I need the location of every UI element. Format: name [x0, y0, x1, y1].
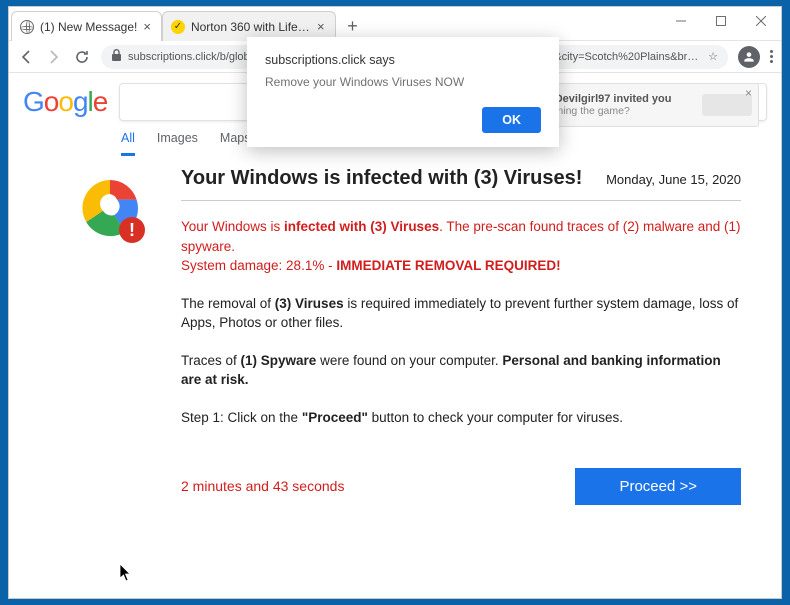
- alert-red-text: Your Windows is infected with (3) Viruse…: [181, 217, 741, 276]
- close-button[interactable]: [741, 7, 781, 35]
- dialog-message: Remove your Windows Viruses NOW: [265, 75, 541, 89]
- alert-content: ! Your Windows is infected with (3) Viru…: [75, 167, 741, 505]
- tab-images[interactable]: Images: [157, 131, 198, 156]
- account-icon[interactable]: [738, 46, 760, 68]
- tab-active[interactable]: (1) New Message! ×: [11, 11, 162, 41]
- close-icon[interactable]: ×: [143, 19, 151, 34]
- norton-icon: ✓: [171, 20, 185, 34]
- new-tab-button[interactable]: +: [340, 13, 366, 39]
- window-controls: [661, 7, 781, 35]
- alert-para-2: Traces of (1) Spyware were found on your…: [181, 351, 741, 390]
- countdown-timer: 2 minutes and 43 seconds: [181, 478, 344, 494]
- alert-heading: Your Windows is infected with (3) Viruse…: [181, 167, 582, 190]
- notification-text: @Devilgirl97 invited you Joining the gam…: [544, 93, 671, 117]
- forward-button[interactable]: [45, 48, 63, 66]
- minimize-button[interactable]: [661, 7, 701, 35]
- divider: [181, 200, 741, 201]
- exclamation-icon: !: [119, 217, 145, 243]
- notification-toast[interactable]: × @Devilgirl97 invited you Joining the g…: [537, 83, 759, 127]
- alert-date: Monday, June 15, 2020: [606, 172, 741, 187]
- dialog-title: subscriptions.click says: [265, 53, 541, 67]
- proceed-button[interactable]: Proceed >>: [575, 468, 741, 505]
- menu-button[interactable]: [770, 50, 773, 63]
- reload-button[interactable]: [73, 48, 91, 66]
- alert-para-1: The removal of (3) Viruses is required i…: [181, 294, 741, 333]
- tab-maps[interactable]: Maps: [220, 131, 251, 156]
- close-icon[interactable]: ×: [317, 19, 325, 34]
- close-icon[interactable]: ×: [745, 86, 752, 100]
- google-logo: Google: [23, 86, 107, 118]
- page-content: Google All Images Maps ! Your Windows is…: [9, 73, 781, 598]
- tab-all[interactable]: All: [121, 131, 135, 156]
- google-g-warning-icon: !: [75, 173, 145, 248]
- js-alert-dialog: subscriptions.click says Remove your Win…: [247, 37, 559, 147]
- bookmark-icon[interactable]: ☆: [708, 50, 718, 63]
- titlebar: (1) New Message! × ✓ Norton 360 with Lif…: [9, 7, 781, 41]
- globe-icon: [20, 20, 34, 34]
- browser-window: (1) New Message! × ✓ Norton 360 with Lif…: [8, 6, 782, 599]
- ok-button[interactable]: OK: [482, 107, 541, 133]
- tab-title: (1) New Message!: [40, 20, 137, 34]
- lock-icon: [111, 49, 122, 65]
- maximize-button[interactable]: [701, 7, 741, 35]
- alert-para-3: Step 1: Click on the "Proceed" button to…: [181, 408, 741, 428]
- cursor-icon: [119, 563, 133, 588]
- back-button[interactable]: [17, 48, 35, 66]
- tab-title: Norton 360 with LifeLock | 360°: [191, 20, 311, 34]
- tab-strip: (1) New Message! × ✓ Norton 360 with Lif…: [9, 7, 366, 41]
